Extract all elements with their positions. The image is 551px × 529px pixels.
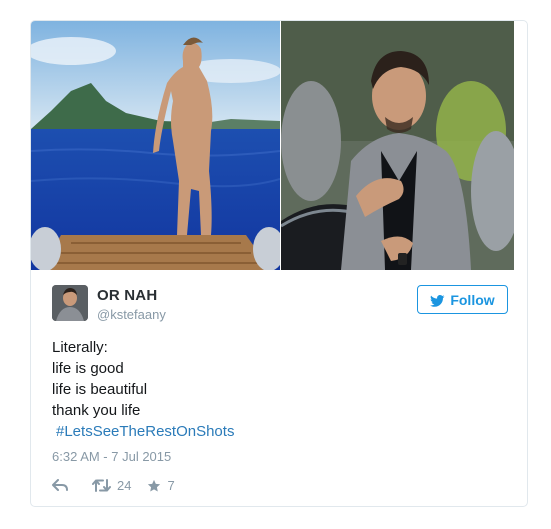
reply-arrow-icon	[52, 479, 68, 492]
retweet-count: 24	[117, 478, 132, 493]
tweet-text-line: Literally:	[52, 339, 108, 356]
display-name[interactable]: OR NAH	[97, 287, 157, 304]
tweet-text-line: life is good	[52, 360, 124, 377]
tweet-timestamp[interactable]: 6:32 AM - 7 Jul 2015	[52, 449, 171, 464]
tweet-text: Literally: life is good life is beautifu…	[52, 337, 234, 442]
tweet-photo-boat[interactable]	[31, 21, 280, 270]
like-button[interactable]: 7	[147, 478, 175, 493]
like-count: 7	[167, 478, 175, 493]
follow-button[interactable]: Follow	[417, 285, 508, 314]
follow-label: Follow	[450, 291, 495, 308]
embedded-tweet-card: OR NAH @kstefaany Follow Literally: life…	[30, 20, 528, 507]
reply-button[interactable]	[52, 479, 68, 492]
tweet-media	[31, 21, 527, 270]
user-handle[interactable]: @kstefaany	[97, 307, 166, 322]
twitter-bird-icon	[430, 294, 445, 307]
tweet-text-line: thank you life	[52, 402, 141, 419]
retweet-button[interactable]: 24	[92, 478, 131, 493]
tweet-text-line: life is beautiful	[52, 381, 148, 398]
hashtag-link[interactable]: #LetsSeeTheRestOnShots	[52, 423, 234, 440]
retweet-icon	[92, 479, 111, 492]
avatar[interactable]	[52, 285, 88, 321]
tweet-photo-man[interactable]	[281, 21, 514, 270]
star-icon	[147, 479, 161, 493]
tweet-actions: 24 7	[52, 478, 175, 493]
